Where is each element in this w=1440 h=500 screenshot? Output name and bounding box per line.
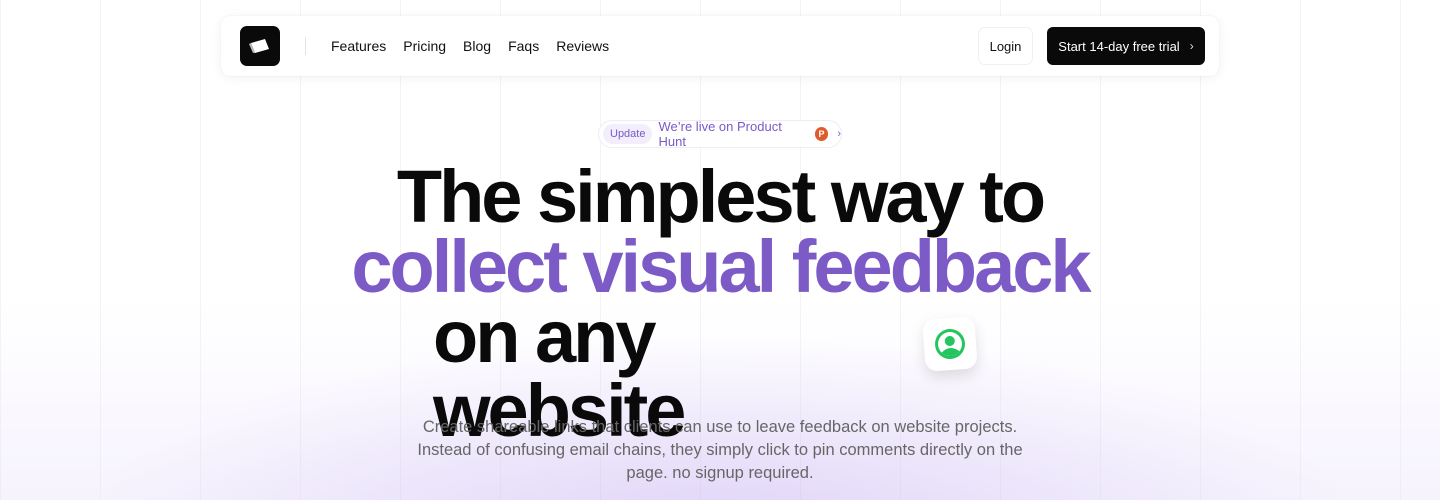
nav-link-features[interactable]: Features [331,38,386,54]
nav-link-reviews[interactable]: Reviews [556,38,609,54]
nav-link-pricing[interactable]: Pricing [403,38,446,54]
hero-subtext: Create shareable links that clients can … [417,418,1023,482]
nav-divider [305,37,306,55]
nav-links: Features Pricing Blog Faqs Reviews [331,16,609,76]
user-circle-icon [922,316,978,372]
login-button[interactable]: Login [978,27,1033,65]
announcement-text: We’re live on Product Hunt [658,119,782,149]
nav-link-blog[interactable]: Blog [463,38,491,54]
hero-title-line-2: collect visual feedback [351,225,1091,308]
hero-title-line-1: The simplest way to [396,155,1046,238]
announcement-pill[interactable]: Update We’re live on Product Hunt P › [598,119,842,149]
start-trial-button[interactable]: Start 14-day free trial › [1047,27,1205,65]
start-trial-label: Start 14-day free trial [1058,38,1180,54]
nav-link-faqs[interactable]: Faqs [508,38,539,54]
chevron-right-icon: › [837,128,841,140]
logo-icon[interactable] [240,26,280,66]
update-badge: Update [603,124,653,144]
chevron-right-icon: › [1189,39,1194,53]
product-hunt-icon: P [814,127,829,141]
navbar: Features Pricing Blog Faqs Reviews Login… [221,16,1219,76]
